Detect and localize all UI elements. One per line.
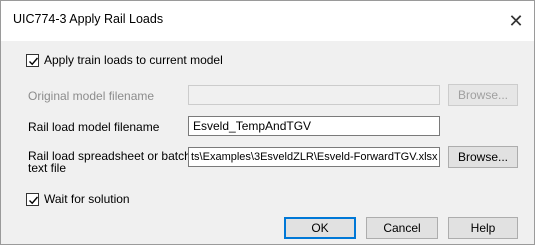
checkbox-box[interactable] <box>26 53 39 67</box>
ok-button[interactable]: OK <box>284 217 356 239</box>
close-icon: ✕ <box>508 10 524 31</box>
rail-load-model-field[interactable]: Esveld_TempAndTGV <box>188 116 440 136</box>
window-title: UIC774-3 Apply Rail Loads <box>13 12 164 26</box>
checkmark-icon <box>29 57 39 65</box>
help-button[interactable]: Help <box>448 217 518 239</box>
cancel-button[interactable]: Cancel <box>366 217 438 239</box>
rail-load-model-label: Rail load model filename <box>28 120 160 134</box>
checkmark-icon <box>29 196 39 204</box>
spreadsheet-field[interactable]: ts\Examples\3EsveldZLR\Esveld-ForwardTGV… <box>188 147 440 167</box>
original-model-label: Original model filename <box>28 89 155 103</box>
original-model-field <box>188 85 440 105</box>
wait-for-solution-label: Wait for solution <box>44 192 130 206</box>
spreadsheet-browse-button[interactable]: Browse... <box>448 146 518 168</box>
apply-rail-loads-dialog: UIC774-3 Apply Rail Loads ✕ Apply train … <box>0 0 535 245</box>
original-model-browse-button: Browse... <box>448 84 518 106</box>
dialog-content: Apply train loads to current model Origi… <box>1 41 534 244</box>
wait-for-solution-checkbox[interactable]: Wait for solution <box>26 192 130 206</box>
title-bar: UIC774-3 Apply Rail Loads ✕ <box>1 1 534 41</box>
apply-train-loads-checkbox[interactable]: Apply train loads to current model <box>26 53 223 67</box>
checkbox-box[interactable] <box>26 192 39 206</box>
spreadsheet-label-line2: text file <box>28 161 67 175</box>
close-button[interactable]: ✕ <box>502 7 530 35</box>
apply-train-loads-label: Apply train loads to current model <box>44 53 223 67</box>
